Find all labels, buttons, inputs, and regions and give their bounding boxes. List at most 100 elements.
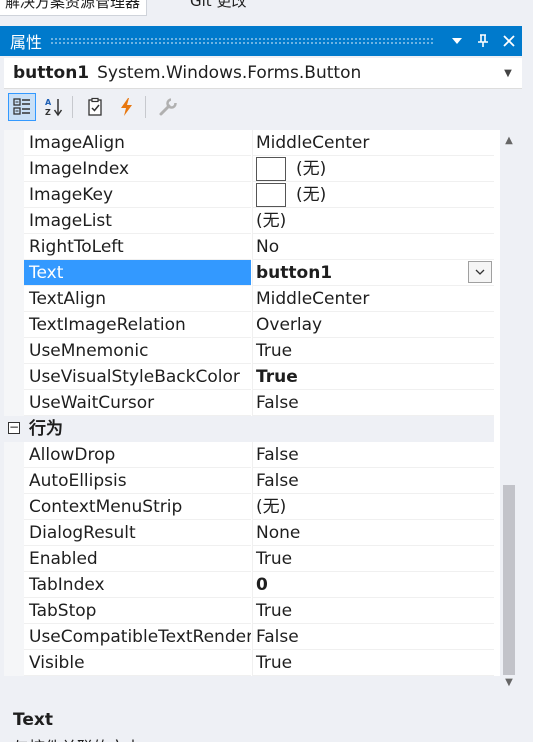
property-value[interactable]: 0 bbox=[252, 572, 494, 598]
vertical-scrollbar[interactable]: ▲ ▼ bbox=[500, 130, 518, 688]
properties-button[interactable] bbox=[81, 93, 109, 121]
property-value[interactable]: False bbox=[252, 390, 494, 416]
scroll-down-icon[interactable]: ▼ bbox=[502, 676, 516, 688]
property-name: AutoEllipsis bbox=[24, 468, 251, 494]
image-preview-swatch bbox=[256, 183, 286, 207]
chevron-down-icon[interactable]: ▼ bbox=[494, 68, 522, 79]
property-row-imagekey[interactable]: ImageKey (无) bbox=[4, 182, 494, 208]
wrench-icon bbox=[159, 98, 177, 116]
collapse-toggle[interactable]: − bbox=[8, 421, 20, 434]
events-button[interactable] bbox=[113, 93, 141, 121]
property-row-usecompatibletextrendering[interactable]: UseCompatibleTextRendering False bbox=[4, 624, 494, 650]
document-tabs-strip: 解决方案资源管理器 Git 更改 bbox=[0, 0, 533, 26]
property-name: TextImageRelation bbox=[24, 312, 251, 338]
property-value[interactable]: button1 bbox=[252, 260, 494, 286]
property-name: UseWaitCursor bbox=[24, 390, 251, 416]
property-row-usewaitcursor[interactable]: UseWaitCursor False bbox=[4, 390, 494, 416]
image-preview-swatch bbox=[256, 157, 286, 181]
property-value[interactable]: True bbox=[252, 338, 494, 364]
object-name: button1 bbox=[13, 63, 90, 83]
property-value[interactable]: (无) bbox=[252, 494, 494, 520]
properties-icon bbox=[88, 97, 102, 116]
chevron-down-icon bbox=[452, 38, 462, 44]
property-row-imagealign[interactable]: ImageAlign MiddleCenter bbox=[4, 130, 494, 156]
scrollbar-thumb[interactable] bbox=[503, 485, 515, 675]
property-row-usevisualstylebackcolor[interactable]: UseVisualStyleBackColor True bbox=[4, 364, 494, 390]
row-margin bbox=[4, 468, 24, 494]
tab-solution-explorer[interactable]: 解决方案资源管理器 bbox=[0, 0, 148, 16]
row-margin bbox=[4, 650, 24, 676]
property-value[interactable]: False bbox=[252, 442, 494, 468]
property-row-imageindex[interactable]: ImageIndex (无) bbox=[4, 156, 494, 182]
property-row-righttoleft[interactable]: RightToLeft No bbox=[4, 234, 494, 260]
row-margin bbox=[4, 390, 24, 416]
property-value[interactable]: MiddleCenter bbox=[252, 130, 494, 156]
row-margin bbox=[4, 234, 24, 260]
property-row-text[interactable]: Text button1 bbox=[4, 260, 494, 286]
property-value[interactable]: False bbox=[252, 468, 494, 494]
property-value[interactable]: True bbox=[252, 598, 494, 624]
property-value-text: (无) bbox=[296, 159, 327, 179]
value-dropdown-button[interactable] bbox=[468, 261, 492, 283]
property-name: ImageIndex bbox=[24, 156, 251, 182]
property-value[interactable]: Overlay bbox=[252, 312, 494, 338]
property-value[interactable]: (无) bbox=[252, 156, 494, 182]
toolbar-separator bbox=[72, 96, 73, 118]
property-name: ImageKey bbox=[24, 182, 251, 208]
property-row-textimagerelation[interactable]: TextImageRelation Overlay bbox=[4, 312, 494, 338]
property-row-allowdrop[interactable]: AllowDrop False bbox=[4, 442, 494, 468]
category-header-behavior[interactable]: − 行为 bbox=[4, 416, 494, 442]
property-row-tabstop[interactable]: TabStop True bbox=[4, 598, 494, 624]
lightning-icon bbox=[121, 98, 132, 116]
property-name: TabIndex bbox=[24, 572, 251, 598]
property-value[interactable]: None bbox=[252, 520, 494, 546]
tab-git-changes[interactable]: Git 更改 bbox=[190, 0, 246, 14]
property-name: AllowDrop bbox=[24, 442, 251, 468]
property-row-autoellipsis[interactable]: AutoEllipsis False bbox=[4, 468, 494, 494]
property-value[interactable]: True bbox=[252, 546, 494, 572]
property-name: RightToLeft bbox=[24, 234, 251, 260]
scroll-up-icon[interactable]: ▲ bbox=[502, 134, 516, 146]
property-value[interactable]: No bbox=[252, 234, 494, 260]
property-row-imagelist[interactable]: ImageList (无) bbox=[4, 208, 494, 234]
row-margin bbox=[4, 312, 24, 338]
property-value[interactable]: False bbox=[252, 624, 494, 650]
property-row-enabled[interactable]: Enabled True bbox=[4, 546, 494, 572]
property-row-contextmenustrip[interactable]: ContextMenuStrip (无) bbox=[4, 494, 494, 520]
categorized-button[interactable] bbox=[8, 93, 36, 121]
pin-button[interactable] bbox=[470, 26, 496, 56]
property-row-dialogresult[interactable]: DialogResult None bbox=[4, 520, 494, 546]
property-name: UseMnemonic bbox=[24, 338, 251, 364]
property-name: UseVisualStyleBackColor bbox=[24, 364, 251, 390]
properties-toolbar: A Z bbox=[4, 89, 522, 125]
properties-title-bar: 属性 bbox=[0, 26, 522, 56]
toolbar-separator bbox=[145, 96, 146, 118]
property-row-visible[interactable]: Visible True bbox=[4, 650, 494, 676]
property-row-textalign[interactable]: TextAlign MiddleCenter bbox=[4, 286, 494, 312]
grip-dots[interactable] bbox=[50, 37, 434, 45]
property-value[interactable]: (无) bbox=[252, 208, 494, 234]
property-name: UseCompatibleTextRendering bbox=[24, 624, 251, 650]
object-selector[interactable]: button1 System.Windows.Forms.Button ▼ bbox=[4, 58, 522, 89]
close-button[interactable] bbox=[496, 26, 522, 56]
property-value[interactable]: True bbox=[252, 364, 494, 390]
property-row-tabindex[interactable]: TabIndex 0 bbox=[4, 572, 494, 598]
property-value[interactable]: True bbox=[252, 650, 494, 676]
row-margin bbox=[4, 598, 24, 624]
property-pages-button[interactable] bbox=[154, 93, 182, 121]
categorized-icon bbox=[13, 98, 30, 115]
property-value[interactable]: (无) bbox=[252, 182, 494, 208]
row-margin bbox=[4, 624, 24, 650]
row-margin bbox=[4, 182, 24, 208]
property-value[interactable]: MiddleCenter bbox=[252, 286, 494, 312]
close-icon bbox=[503, 35, 515, 47]
row-margin bbox=[4, 442, 24, 468]
alphabetical-button[interactable]: A Z bbox=[40, 93, 68, 121]
row-margin bbox=[4, 520, 24, 546]
property-row-usemnemonic[interactable]: UseMnemonic True bbox=[4, 338, 494, 364]
property-value-text: (无) bbox=[296, 185, 327, 205]
row-margin bbox=[4, 130, 24, 156]
svg-text:A: A bbox=[45, 98, 52, 107]
window-position-button[interactable] bbox=[444, 26, 470, 56]
property-name: ImageList bbox=[24, 208, 251, 234]
